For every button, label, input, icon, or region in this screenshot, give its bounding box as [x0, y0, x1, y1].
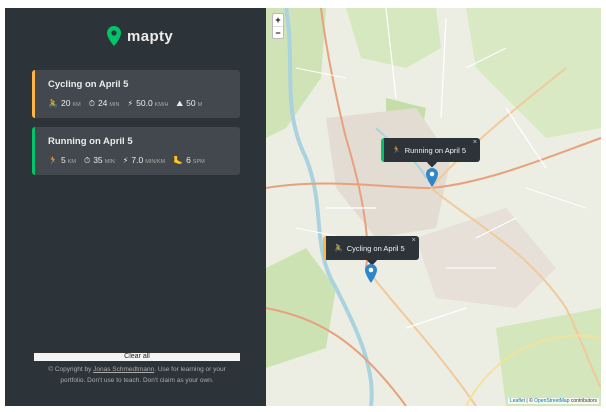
- mountain-icon: ⛰: [176, 99, 184, 108]
- workout-title: Running on April 5: [48, 136, 133, 147]
- workout-value: 50: [186, 98, 196, 108]
- author-link[interactable]: Jonas Schmedtmann: [93, 366, 154, 373]
- workout-detail-duration: ⏱ 35 min: [84, 155, 115, 166]
- workout-detail-pace: ⚡ 7.0 min/km: [123, 155, 165, 165]
- workout-item-running[interactable]: Running on April 5 🏃 5 km ⏱ 35 min ⚡ 7.0…: [32, 127, 240, 175]
- workout-unit: min: [109, 102, 120, 108]
- popup-cycling: 🚴 Cycling on April 5 ×: [323, 236, 419, 266]
- logo: mapty: [107, 26, 173, 46]
- workout-unit: km/h: [154, 102, 169, 108]
- cyclist-icon: 🚴: [48, 99, 58, 108]
- stopwatch-icon: ⏱: [83, 156, 91, 165]
- map-pin-icon: [107, 26, 121, 46]
- zoom-out-button[interactable]: −: [273, 26, 283, 38]
- app: mapty Cycling on April 5 🚴 20 km ⏱ 24 mi…: [5, 8, 601, 406]
- workout-unit: km: [72, 102, 81, 108]
- workout-value: 5: [60, 155, 66, 165]
- sidebar: mapty Cycling on April 5 🚴 20 km ⏱ 24 mi…: [5, 8, 266, 406]
- zoom-control: + −: [272, 13, 284, 39]
- workout-details: 🏃 5 km ⏱ 35 min ⚡ 7.0 min/km 🦶 6 s: [48, 155, 240, 166]
- workout-details: 🚴 20 km ⏱ 24 min ⚡ 50.0 km/h ⛰ 50 m: [48, 98, 240, 109]
- lightning-icon: ⚡: [122, 156, 129, 165]
- workout-detail-duration: ⏱ 24 min: [89, 98, 120, 109]
- copyright-text: © Copyright by Jonas Schmedtmann. Use fo…: [35, 364, 239, 386]
- workout-unit: m: [197, 102, 203, 108]
- workout-detail-distance: 🚴 20 km: [48, 98, 81, 108]
- popup-label: Running on April 5: [404, 145, 467, 155]
- close-icon[interactable]: ×: [473, 139, 477, 146]
- workout-value: 35: [93, 155, 103, 165]
- workout-unit: min: [104, 159, 115, 165]
- clear-all-button[interactable]: Clear all: [33, 352, 241, 362]
- workout-detail-distance: 🏃 5 km: [48, 155, 76, 165]
- stopwatch-icon: ⏱: [88, 99, 95, 108]
- leaflet-link[interactable]: Leaflet: [510, 398, 525, 404]
- popup-running: 🏃 Running on April 5 ×: [381, 138, 481, 168]
- zoom-in-button[interactable]: +: [273, 14, 283, 26]
- logo-text: mapty: [127, 27, 174, 45]
- workout-value: 20: [60, 98, 71, 108]
- foot-icon: 🦶: [173, 156, 184, 165]
- runner-icon: 🏃: [48, 156, 58, 165]
- workout-title: Cycling on April 5: [48, 79, 129, 90]
- workout-value: 50.0: [136, 98, 153, 108]
- workout-value: 7.0: [131, 155, 144, 165]
- osm-link[interactable]: OpenStreetMap: [534, 398, 569, 404]
- map[interactable]: + − 🏃 Running on April 5 × 🚴 Cycling on …: [266, 8, 601, 406]
- map-attribution: Leaflet | © OpenStreetMap contributors: [508, 398, 599, 404]
- close-icon[interactable]: ×: [412, 237, 416, 244]
- workout-value: 6: [186, 155, 191, 165]
- workout-item-cycling[interactable]: Cycling on April 5 🚴 20 km ⏱ 24 min ⚡ 50…: [32, 70, 240, 118]
- workout-detail-elevation: ⛰ 50 m: [176, 98, 202, 109]
- runner-icon: 🏃: [392, 147, 401, 154]
- workout-detail-speed: ⚡ 50.0 km/h: [128, 98, 169, 108]
- map-tiles: [266, 8, 601, 406]
- map-marker-icon[interactable]: [365, 264, 377, 283]
- copyright-prefix: © Copyright by: [48, 366, 94, 373]
- attribution-contrib: contributors: [569, 398, 597, 404]
- attribution-sep: | ©: [525, 398, 535, 404]
- workout-unit: spm: [192, 159, 205, 165]
- cyclist-icon: 🚴: [334, 245, 343, 252]
- workout-unit: min/km: [145, 159, 166, 165]
- map-marker-icon[interactable]: [426, 168, 438, 187]
- popup-label: Cycling on April 5: [346, 243, 405, 253]
- workout-unit: km: [67, 159, 76, 165]
- workout-value: 24: [97, 98, 108, 108]
- lightning-icon: ⚡: [127, 99, 134, 108]
- workout-detail-cadence: 🦶 6 spm: [173, 155, 205, 165]
